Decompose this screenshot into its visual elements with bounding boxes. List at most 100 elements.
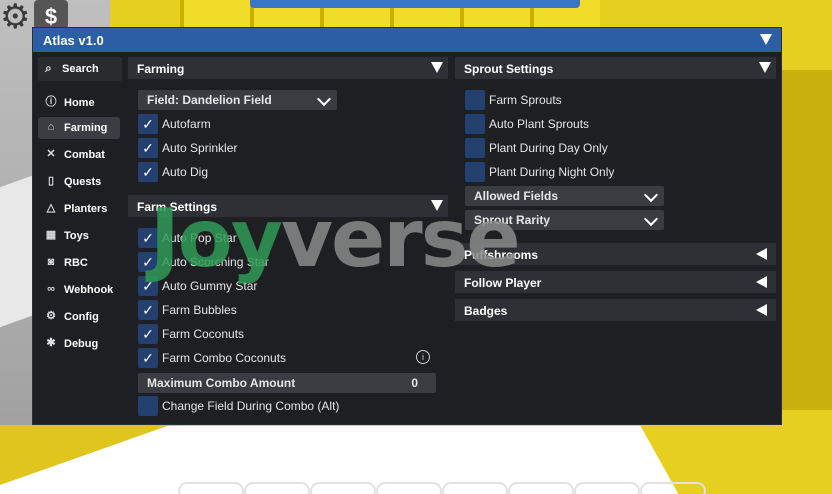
checkbox-unchecked-icon[interactable] [138,396,158,416]
sidebar-item-label: RBC [64,257,88,269]
checkbox-checked-icon[interactable]: ✓ [138,114,158,134]
search-button[interactable]: ⌕ Search [38,57,122,81]
sidebar-item-debug[interactable]: ✱ Debug [38,333,120,355]
plant-during-night-only-toggle[interactable]: Plant During Night Only [465,162,665,182]
option-label: Farm Bubbles [162,303,237,317]
settings-gear-icon[interactable]: ⚙ [0,0,30,34]
gear-icon: ⚙ [46,310,56,322]
checkbox-checked-icon[interactable]: ✓ [138,138,158,158]
hotbar-slot[interactable] [178,482,244,494]
auto-dig-toggle[interactable]: ✓ Auto Dig [138,162,338,182]
sidebar-item-label: Planters [64,203,108,215]
checkbox-checked-icon[interactable]: ✓ [138,324,158,344]
sidebar-item-label: Quests [64,176,102,188]
sidebar-item-label: Home [64,97,95,109]
sidebar-item-quests[interactable]: ▯ Quests [38,171,120,193]
farm-combo-coconuts-toggle[interactable]: ✓ Farm Combo Coconuts [138,348,398,368]
top-banner [250,0,580,8]
section-title: Farming [137,62,185,76]
expand-icon[interactable] [756,276,767,288]
sidebar-item-label: Config [64,311,99,323]
slider-value: 0 [411,376,418,390]
sidebar-item-label: Combat [64,149,105,161]
checkbox-checked-icon[interactable]: ✓ [138,162,158,182]
farm-bubbles-toggle[interactable]: ✓ Farm Bubbles [138,300,398,320]
sidebar-item-home[interactable]: ⓘ Home [38,92,120,114]
checkbox-unchecked-icon[interactable] [465,90,485,110]
option-label: Change Field During Combo (Alt) [162,399,340,413]
sidebar-item-config[interactable]: ⚙ Config [38,306,120,328]
search-label: Search [62,63,99,75]
dropdown-value: Field: Dandelion Field [147,93,272,107]
bug-icon: ✱ [46,337,56,349]
search-icon: ⌕ [45,61,52,75]
sidebar-item-farming[interactable]: ⌂ Farming [38,117,120,139]
sidebar-item-planters[interactable]: △ Planters [38,198,120,220]
option-label: Plant During Day Only [489,141,608,155]
change-field-during-combo-toggle[interactable]: Change Field During Combo (Alt) [138,396,398,416]
sidebar-item-label: Webhook [64,284,114,296]
chevron-down-icon [316,91,332,107]
robot-icon: ◙ [47,256,55,268]
window-title: Atlas v1.0 [43,33,104,48]
option-label: Auto Plant Sprouts [489,117,590,131]
checkbox-checked-icon[interactable]: ✓ [138,300,158,320]
chevron-down-icon [643,187,659,203]
autofarm-toggle[interactable]: ✓ Autofarm [138,114,338,134]
hotbar-slot[interactable] [640,482,706,494]
field-dropdown[interactable]: Field: Dandelion Field [138,90,337,110]
option-label: Auto Dig [162,165,209,179]
expand-icon[interactable] [756,304,767,316]
plant-during-day-only-toggle[interactable]: Plant During Day Only [465,138,665,158]
option-label: Auto Sprinkler [162,141,238,155]
farm-sprouts-toggle[interactable]: Farm Sprouts [465,90,665,110]
collapse-icon[interactable] [431,62,443,73]
farm-coconuts-toggle[interactable]: ✓ Farm Coconuts [138,324,398,344]
watermark-part1: Joy [150,192,283,285]
sidebar-item-rbc[interactable]: ◙ RBC [38,252,120,274]
checkbox-unchecked-icon[interactable] [465,162,485,182]
section-title: Sprout Settings [464,62,554,76]
hotbar-slot[interactable] [376,482,442,494]
auto-sprinkler-toggle[interactable]: ✓ Auto Sprinkler [138,138,338,158]
option-label: Plant During Night Only [489,165,615,179]
home-icon: ⌂ [47,121,55,133]
watermark-part2: verse [280,192,521,285]
option-label: Farm Coconuts [162,327,245,341]
sidebar-item-label: Toys [64,230,89,242]
joyverse-watermark: Joyverse [150,192,521,285]
sidebar-item-label: Debug [64,338,99,350]
swords-icon: ✕ [46,148,56,160]
option-label: Farm Sprouts [489,93,562,107]
chevron-down-icon [643,211,659,227]
collapse-window-icon[interactable] [760,34,772,45]
window-titlebar[interactable]: Atlas v1.0 [33,28,781,52]
right-hive [782,70,832,410]
section-title: Badges [464,304,508,318]
option-label: Autofarm [162,117,211,131]
hotbar-slot[interactable] [574,482,640,494]
hotbar-slot[interactable] [508,482,574,494]
info-icon[interactable]: i [416,350,430,364]
sidebar-item-combat[interactable]: ✕ Combat [38,144,120,166]
hotbar-slot[interactable] [310,482,376,494]
farming-section-header[interactable]: Farming [128,57,448,79]
hotbar-slot[interactable] [442,482,508,494]
sprout-settings-section-header[interactable]: Sprout Settings [455,57,776,79]
max-combo-amount-slider[interactable]: Maximum Combo Amount 0 [138,373,436,393]
badges-section-header[interactable]: Badges [455,299,776,321]
hotbar-slot[interactable] [244,482,310,494]
slider-label: Maximum Combo Amount [147,376,296,390]
checkbox-unchecked-icon[interactable] [465,114,485,134]
collapse-icon[interactable] [759,62,771,73]
checkbox-checked-icon[interactable]: ✓ [138,348,158,368]
checkbox-unchecked-icon[interactable] [465,138,485,158]
sidebar-item-toys[interactable]: ▦ Toys [38,225,120,247]
auto-plant-sprouts-toggle[interactable]: Auto Plant Sprouts [465,114,665,134]
expand-icon[interactable] [756,248,767,260]
book-icon: ▯ [47,175,55,187]
link-icon: ∞ [47,283,55,295]
sidebar-item-webhook[interactable]: ∞ Webhook [38,279,120,301]
triangle-icon: △ [46,202,56,214]
calendar-icon: ▦ [45,229,57,241]
